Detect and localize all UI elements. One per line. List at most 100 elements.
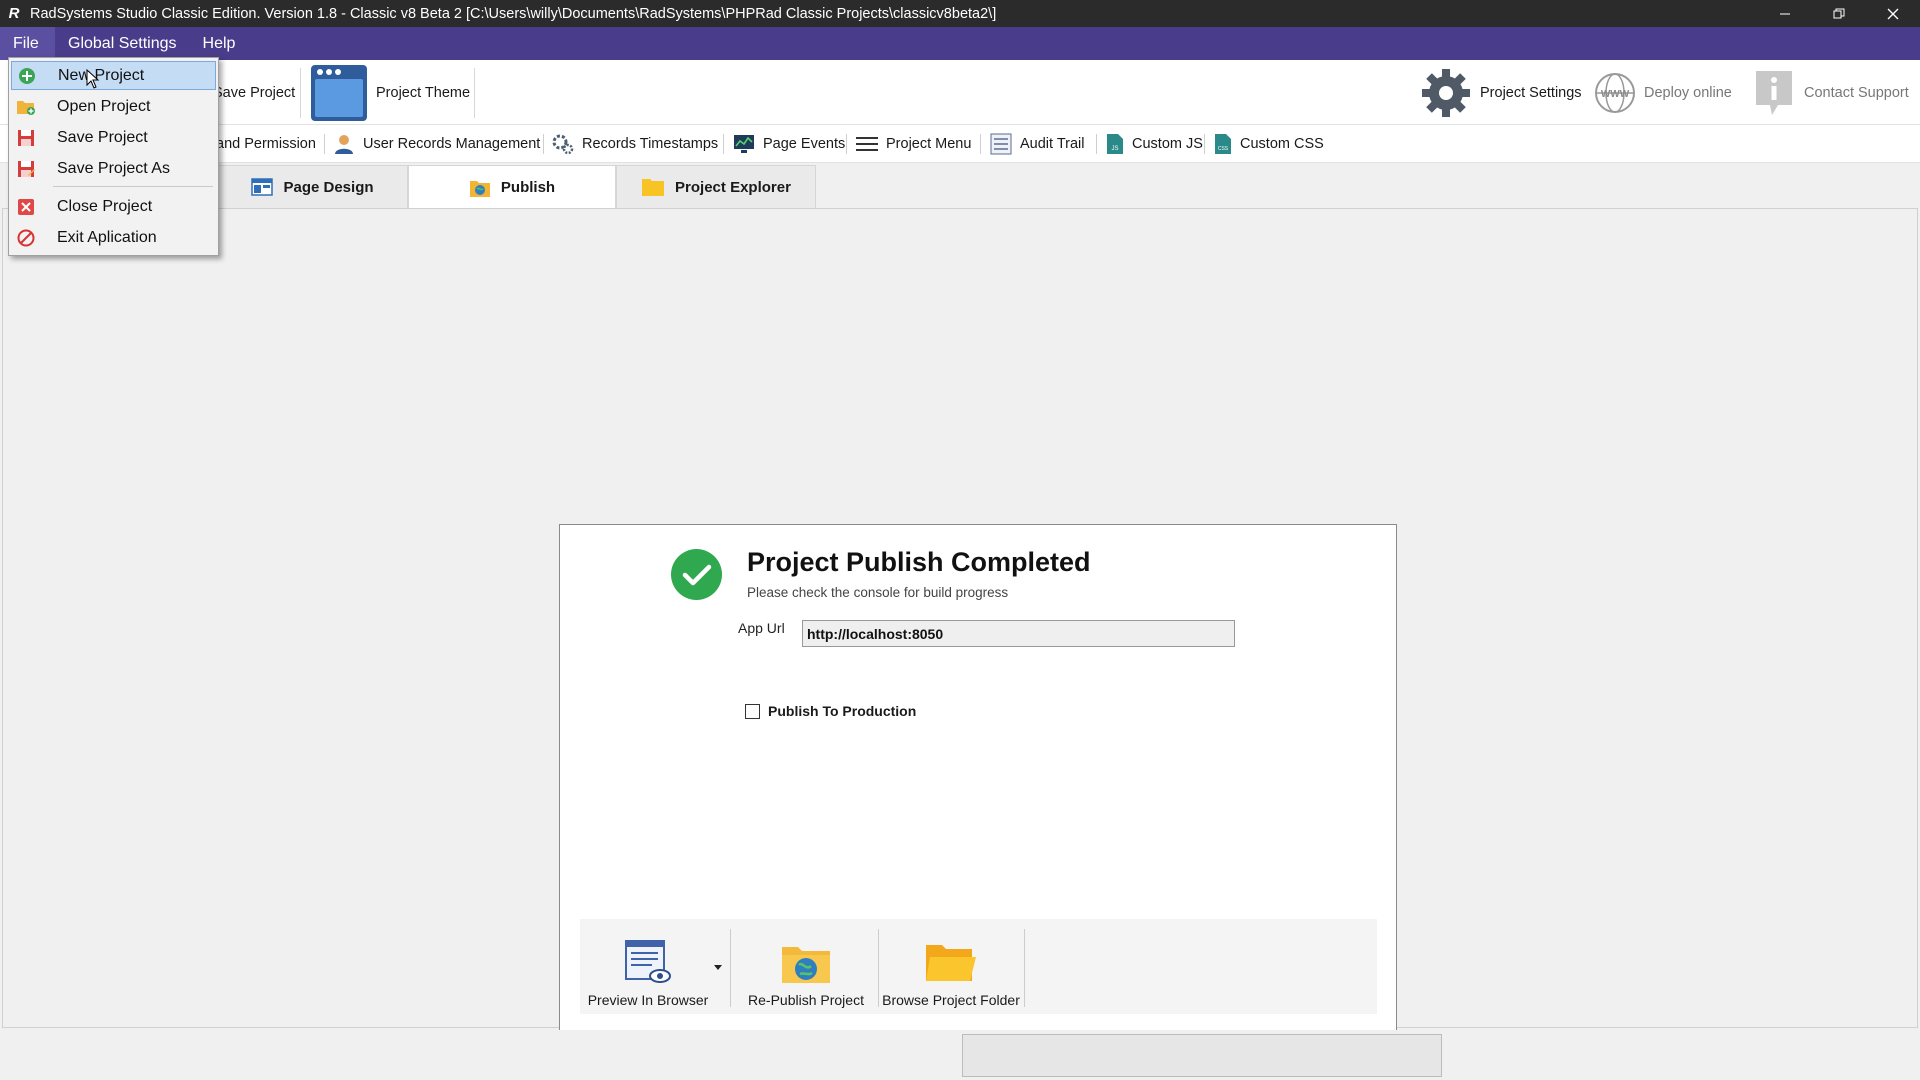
project-menu-button[interactable]: Project Menu [856,125,971,163]
deploy-online-label: Deploy online [1644,84,1732,101]
user-icon [333,133,355,155]
status-bar [0,1030,1920,1080]
project-settings-label: Project Settings [1480,84,1582,101]
js-file-icon: JS [1106,133,1124,155]
menu-item-open-project-label: Open Project [57,97,151,115]
menu-item-save-project-as[interactable]: Save Project As [11,154,216,183]
plus-circle-icon [17,66,37,86]
records-timestamps-button[interactable]: Records Timestamps [552,125,718,163]
gear-icon [1422,68,1470,117]
menu-item-save-project[interactable]: Save Project [11,123,216,152]
permission-label: and Permission [216,136,316,152]
menu-file[interactable]: File [0,27,55,60]
audit-list-icon [990,133,1012,155]
secondary-toolbar: and Permission User Records Management R… [0,125,1920,163]
menu-item-exit-application-label: Exit Aplication [57,228,157,246]
user-records-management-button[interactable]: User Records Management [333,125,540,163]
open-folder-icon [924,941,978,985]
minimize-button[interactable] [1758,0,1812,27]
close-red-icon [16,197,36,217]
menu-item-save-project-as-label: Save Project As [57,159,170,177]
project-theme-button[interactable]: Project Theme [310,60,470,125]
floppy-disk-as-icon [16,159,36,179]
publish-result-panel: Project Publish Completed Please check t… [559,524,1397,1032]
window-title: RadSystems Studio Classic Edition. Versi… [30,5,997,22]
deploy-online-button[interactable]: WWW Deploy online [1594,60,1732,125]
records-timestamps-label: Records Timestamps [582,136,719,152]
close-icon [1887,8,1899,19]
gears-icon [552,133,574,155]
svg-text:CSS: CSS [1218,146,1229,152]
page-events-label: Page Events [763,136,846,152]
page-design-icon [251,178,274,196]
tab-page-design[interactable]: Page Design [217,165,408,208]
menu-item-close-project[interactable]: Close Project [11,192,216,221]
menu-item-save-project-label: Save Project [57,128,148,146]
toolbar-divider [324,134,325,154]
svg-text:JS: JS [1111,146,1118,152]
publish-to-production-checkbox[interactable] [745,703,760,719]
toolbar-divider [300,68,301,118]
project-settings-button[interactable]: Project Settings [1420,60,1582,125]
menu-item-open-project[interactable]: Open Project [11,92,216,121]
custom-css-label: Custom CSS [1240,136,1324,152]
folder-icon [641,177,665,197]
menu-global-settings[interactable]: Global Settings [55,27,190,60]
user-records-management-label: User Records Management [363,136,541,152]
menu-bar: File Global Settings Help [0,27,1920,60]
audit-trail-label: Audit Trail [1020,136,1085,152]
re-publish-project-label: Re-Publish Project [748,992,864,1008]
custom-js-button[interactable]: JS Custom JS [1106,125,1203,163]
success-check-icon [671,549,722,600]
page-events-button[interactable]: Page Events [733,125,845,163]
menu-help[interactable]: Help [190,27,249,60]
toolbar-divider [1204,134,1205,154]
no-entry-icon [16,228,36,248]
actions-divider [878,929,879,1007]
actions-divider [730,929,731,1007]
folder-globe-icon [780,941,832,985]
menu-item-new-project[interactable]: New Project [11,61,216,90]
contact-support-button[interactable]: Contact Support [1752,60,1909,125]
monitor-chart-icon [733,134,755,154]
menu-item-new-project-label: New Project [58,66,145,84]
restore-icon [1833,8,1845,18]
toolbar-divider [723,134,724,154]
app-url-label: App Url [738,620,785,636]
restore-button[interactable] [1812,0,1866,27]
preview-in-browser-label: Preview In Browser [587,992,709,1008]
publish-to-production-row[interactable]: Publish To Production [745,703,916,719]
actions-divider [1024,929,1025,1007]
app-url-field[interactable] [802,620,1235,647]
custom-css-button[interactable]: CSS Custom CSS [1214,125,1324,163]
audit-trail-button[interactable]: Audit Trail [990,125,1084,163]
preview-dropdown-button[interactable] [708,927,728,1012]
tab-publish[interactable]: Publish [408,165,616,209]
browse-project-folder-label: Browse Project Folder [882,992,1020,1008]
css-file-icon: CSS [1214,133,1232,155]
main-toolbar: Save Project Project Theme Project Setti… [0,60,1920,125]
floppy-disk-icon [16,128,36,148]
toolbar-divider [1096,134,1097,154]
toolbar-divider [846,134,847,154]
re-publish-project-button[interactable]: Re-Publish Project [736,927,876,1012]
permission-button[interactable]: and Permission [216,125,316,163]
chevron-down-icon [714,965,722,970]
tab-project-explorer[interactable]: Project Explorer [616,165,816,208]
tab-publish-label: Publish [500,179,556,196]
close-window-button[interactable] [1866,0,1920,27]
project-menu-label: Project Menu [886,136,972,152]
publish-to-production-label: Publish To Production [768,703,917,719]
mouse-cursor-icon [86,69,100,89]
hamburger-menu-icon [856,135,878,153]
browse-project-folder-button[interactable]: Browse Project Folder [882,927,1020,1012]
preview-in-browser-button[interactable]: Preview In Browser [588,927,708,1012]
info-icon [1756,70,1792,115]
toolbar-divider [543,134,544,154]
app-logo-icon: R [8,5,20,22]
publish-folder-globe-icon [469,178,491,198]
menu-item-exit-application[interactable]: Exit Aplication [11,223,216,252]
theme-window-icon [311,64,367,121]
publish-title: Project Publish Completed [747,547,1091,577]
custom-js-label: Custom JS [1132,136,1203,152]
